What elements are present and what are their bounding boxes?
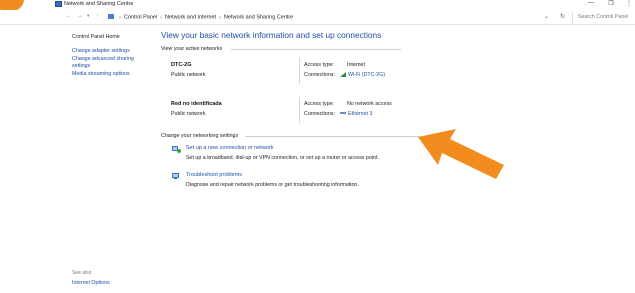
breadcrumb[interactable]: › Control Panel › Network and Internet › Netw… [108,14,293,21]
troubleshoot-icon [172,173,179,179]
change-adapter-settings-link[interactable]: Change adapter settings [72,48,152,55]
internet-options-link[interactable]: Internet Options [72,280,110,286]
column-divider [299,97,300,123]
breadcrumb-separator-icon[interactable]: › [160,15,162,21]
recent-locations-chevron-icon[interactable]: ▾ [87,13,90,19]
change-advanced-sharing-link-line2[interactable]: settings [72,63,152,70]
active-networks-header: View your active networks [161,46,223,52]
breadcrumb-control-panel[interactable]: Control Panel [124,15,157,21]
address-bar-row: ← → ▾ ↑ › Control Panel › Network and Inter… [0,10,635,25]
breadcrumb-separator-icon[interactable]: › [219,15,221,21]
ethernet-icon [340,112,346,114]
maximize-button[interactable]: ❐ [604,0,618,7]
troubleshoot-problems-link[interactable]: Troubleshoot problems [186,172,242,178]
ethernet-connection-link[interactable]: Ethernet 3 [340,111,372,117]
access-type-label: Access type: [304,101,335,107]
address-dropdown-chevron-icon[interactable]: ⌄ [544,13,549,20]
section-divider [245,136,420,137]
orange-pointer-arrow-icon [418,129,504,179]
connections-label: Connections: [304,111,335,117]
back-arrow-icon[interactable]: ← [66,13,72,19]
wifi-connection-label: Wi-Fi (DTC-2G) [348,72,386,78]
network-name: Red no identificada [171,101,222,107]
search-input[interactable]: Search Control Panel [572,12,634,23]
minimize-button[interactable]: — [584,0,598,6]
wifi-connection-link[interactable]: Wi-Fi (DTC-2G) [340,72,385,78]
setup-new-connection-link[interactable]: Set up a new connection or network [186,145,273,151]
section-divider [231,49,401,50]
ethernet-connection-label: Ethernet 3 [348,111,373,117]
new-connection-icon [172,146,181,153]
breadcrumb-sharing-centre[interactable]: Network and Sharing Centre [224,15,293,21]
access-type-value: Internet [347,62,365,68]
network-type-link[interactable]: Public network [171,72,205,78]
change-advanced-sharing-link[interactable]: Change advanced sharing [72,56,152,63]
refresh-icon[interactable]: ↻ [560,13,565,20]
network-type-link[interactable]: Public network [171,111,205,117]
control-panel-home-link[interactable]: Control Panel Home [72,34,152,41]
left-pane: Control Panel Home Change adapter settin… [72,34,152,78]
search-placeholder: Search Control Panel [578,14,629,20]
troubleshoot-problems-description: Diagnose and repair network problems or … [186,182,359,188]
column-divider [299,58,300,84]
breadcrumb-separator-icon[interactable]: › [119,15,121,21]
control-panel-icon [108,14,114,19]
network-center-icon [55,1,62,7]
wifi-icon [340,72,346,77]
close-button[interactable]: ⋮ [622,0,635,7]
access-type-label: Access type: [304,62,335,68]
window-title: Network and Sharing Centre [64,1,134,7]
network-name: DTC-2G [171,62,192,68]
forward-arrow-icon[interactable]: → [77,13,83,19]
title-bar: Network and Sharing Centre — ❐ ⋮ [0,0,635,9]
setup-new-connection-description: Set up a broadband, dial-up or VPN conne… [186,155,379,161]
media-streaming-options-link[interactable]: Media streaming options [72,71,152,78]
up-arrow-icon[interactable]: ↑ [96,13,99,19]
access-type-value: No network access [347,101,392,107]
connections-label: Connections: [304,72,335,78]
breadcrumb-network-internet[interactable]: Network and Internet [165,15,216,21]
page-title: View your basic network information and … [161,30,382,40]
see-also-heading: See also [72,270,92,276]
networking-settings-header: Change your networking settings [161,133,239,139]
